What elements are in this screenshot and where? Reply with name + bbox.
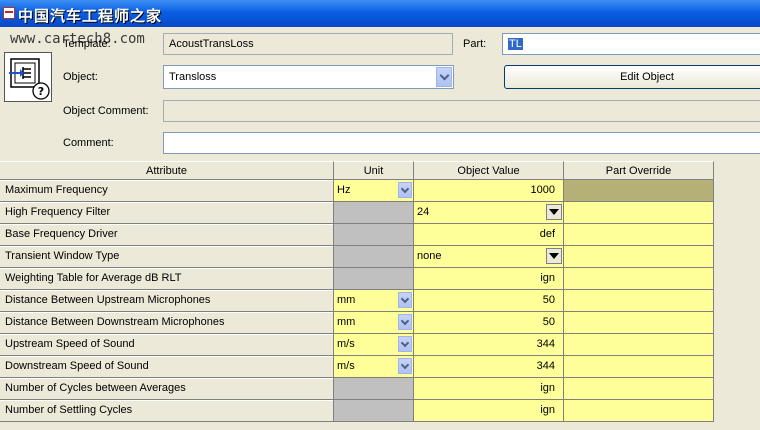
object-value: Transloss — [169, 71, 217, 83]
window-title: 中国汽车工程师之家 — [18, 7, 163, 25]
row-attribute: Number of Settling Cycles — [0, 400, 334, 422]
chevron-down-icon[interactable] — [436, 67, 452, 87]
row-attribute: Number of Cycles between Averages — [0, 378, 334, 400]
unit-cell — [334, 224, 414, 246]
unit-select[interactable]: mm — [334, 290, 414, 312]
object-value-cell[interactable]: 1000 — [414, 180, 564, 202]
comment-field[interactable] — [163, 132, 760, 154]
unit-cell — [334, 202, 414, 224]
chevron-down-icon[interactable] — [398, 182, 412, 198]
object-value-select[interactable]: none — [414, 246, 564, 268]
part-override-cell[interactable] — [564, 246, 714, 268]
dropdown-arrow-icon[interactable] — [546, 204, 562, 220]
object-value-cell[interactable]: 50 — [414, 290, 564, 312]
row-attribute: Downstream Speed of Sound — [0, 356, 334, 378]
part-override-cell[interactable] — [564, 378, 714, 400]
part-override-cell[interactable] — [564, 180, 714, 202]
template-label: Template: — [63, 38, 111, 50]
unit-select[interactable]: Hz — [334, 180, 414, 202]
window-icon[interactable] — [3, 7, 15, 19]
part-override-cell[interactable] — [564, 202, 714, 224]
part-override-cell[interactable] — [564, 400, 714, 422]
part-field[interactable]: TL — [502, 33, 760, 55]
object-value-cell[interactable]: ign — [414, 400, 564, 422]
part-override-cell[interactable] — [564, 224, 714, 246]
part-override-cell[interactable] — [564, 312, 714, 334]
part-override-cell[interactable] — [564, 290, 714, 312]
header-attribute[interactable]: Attribute — [0, 161, 334, 180]
object-value-cell[interactable]: ign — [414, 268, 564, 290]
row-attribute: High Frequency Filter — [0, 202, 334, 224]
unit-cell — [334, 246, 414, 268]
row-attribute: Upstream Speed of Sound — [0, 334, 334, 356]
object-comment-label: Object Comment: — [63, 105, 149, 117]
object-value-cell[interactable]: 50 — [414, 312, 564, 334]
header-part-override[interactable]: Part Override — [564, 161, 714, 180]
table-empty-area — [714, 161, 760, 430]
object-label: Object: — [63, 71, 98, 83]
object-value: none — [417, 250, 442, 262]
object-value-cell[interactable]: 344 — [414, 356, 564, 378]
title-bar: 中国汽车工程师之家 — [0, 0, 760, 27]
svg-text:?: ? — [38, 85, 44, 98]
object-value-cell[interactable]: def — [414, 224, 564, 246]
chevron-down-icon[interactable] — [398, 292, 412, 308]
template-help-icon[interactable]: ? — [4, 52, 52, 102]
dropdown-arrow-icon[interactable] — [546, 248, 562, 264]
part-override-cell[interactable] — [564, 268, 714, 290]
part-override-cell[interactable] — [564, 334, 714, 356]
object-value-cell[interactable]: 344 — [414, 334, 564, 356]
unit-select[interactable]: mm — [334, 312, 414, 334]
row-attribute: Distance Between Upstream Microphones — [0, 290, 334, 312]
unit-cell — [334, 400, 414, 422]
object-value-cell[interactable]: ign — [414, 378, 564, 400]
part-override-cell[interactable] — [564, 356, 714, 378]
unit-cell — [334, 378, 414, 400]
chevron-down-icon[interactable] — [398, 314, 412, 330]
row-attribute: Weighting Table for Average dB RLT — [0, 268, 334, 290]
row-attribute: Maximum Frequency — [0, 180, 334, 202]
edit-object-button[interactable]: Edit Object — [504, 65, 760, 89]
unit-select[interactable]: m/s — [334, 356, 414, 378]
header-object-value[interactable]: Object Value — [414, 161, 564, 180]
unit-select[interactable]: m/s — [334, 334, 414, 356]
row-attribute: Distance Between Downstream Microphones — [0, 312, 334, 334]
unit-cell — [334, 268, 414, 290]
object-value-select[interactable]: 24 — [414, 202, 564, 224]
object-value: 24 — [417, 206, 430, 218]
object-comment-field — [163, 100, 760, 122]
object-select[interactable]: Transloss — [163, 65, 454, 89]
part-value: TL — [508, 38, 523, 50]
comment-label: Comment: — [63, 137, 114, 149]
chevron-down-icon[interactable] — [398, 358, 412, 374]
template-field: AcoustTransLoss — [163, 33, 453, 55]
row-attribute: Transient Window Type — [0, 246, 334, 268]
row-attribute: Base Frequency Driver — [0, 224, 334, 246]
part-label: Part: — [463, 38, 487, 50]
header-unit[interactable]: Unit — [334, 161, 414, 180]
attribute-table: Attribute Unit Object Value Part Overrid… — [0, 161, 760, 430]
chevron-down-icon[interactable] — [398, 336, 412, 352]
